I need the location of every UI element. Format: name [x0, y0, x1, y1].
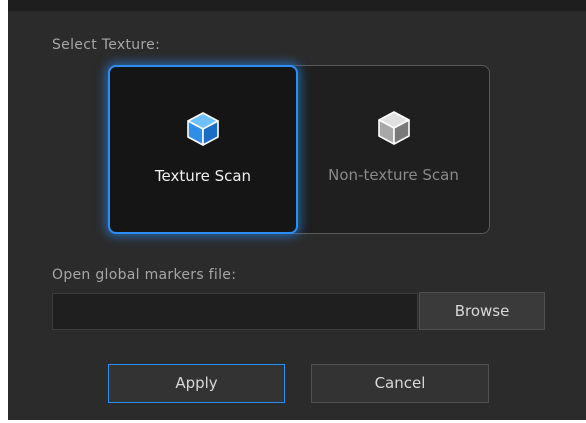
cube-icon — [187, 112, 219, 146]
texture-selector: Texture Scan Non-texture Scan — [108, 65, 490, 234]
texture-scan-option[interactable]: Texture Scan — [108, 65, 298, 234]
markers-file-path-input[interactable] — [52, 293, 418, 330]
global-markers-label: Open global markers file: — [52, 267, 237, 283]
non-texture-scan-label: Non-texture Scan — [328, 166, 459, 184]
cancel-button[interactable]: Cancel — [311, 364, 489, 403]
cube-icon — [377, 111, 410, 145]
title-bar-strip — [8, 0, 586, 11]
apply-button[interactable]: Apply — [108, 364, 285, 403]
texture-scan-label: Texture Scan — [154, 167, 252, 185]
select-texture-label: Select Texture: — [52, 37, 161, 53]
non-texture-scan-option[interactable]: Non-texture Scan — [298, 66, 489, 233]
browse-button[interactable]: Browse — [419, 292, 545, 330]
